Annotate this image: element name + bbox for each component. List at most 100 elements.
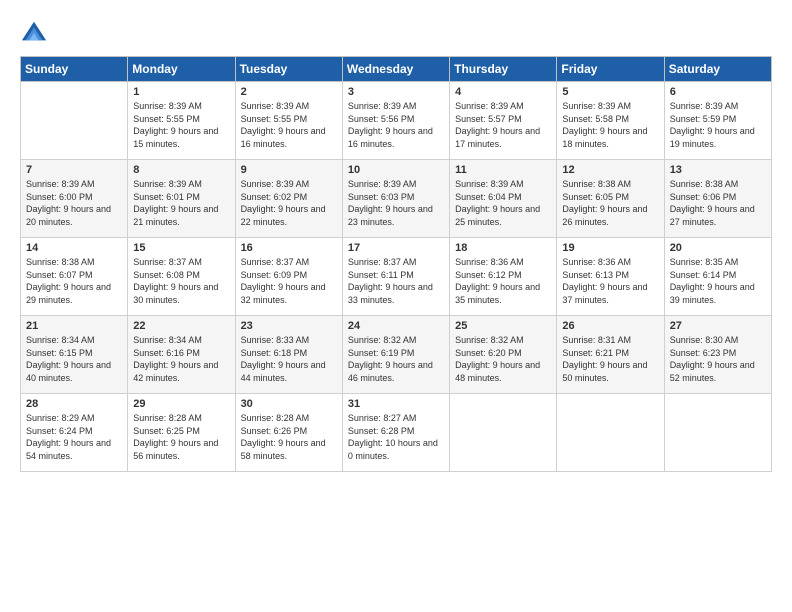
day-details: Sunrise: 8:38 AMSunset: 6:06 PMDaylight:… — [670, 178, 766, 228]
day-details: Sunrise: 8:39 AMSunset: 5:55 PMDaylight:… — [241, 100, 337, 150]
day-number: 18 — [455, 242, 551, 254]
calendar-table: SundayMondayTuesdayWednesdayThursdayFrid… — [20, 56, 772, 472]
day-cell: 13 Sunrise: 8:38 AMSunset: 6:06 PMDayligh… — [664, 160, 771, 238]
day-cell: 29 Sunrise: 8:28 AMSunset: 6:25 PMDayligh… — [128, 394, 235, 472]
day-number: 14 — [26, 242, 122, 254]
day-cell: 1 Sunrise: 8:39 AMSunset: 5:55 PMDaylight… — [128, 82, 235, 160]
page: SundayMondayTuesdayWednesdayThursdayFrid… — [0, 0, 792, 612]
day-cell: 3Sunrise: 8:39 AMSunset: 5:56 PMDaylight… — [342, 82, 449, 160]
week-row-2: 14 Sunrise: 8:38 AMSunset: 6:07 PMDayligh… — [21, 238, 772, 316]
day-cell: 31Sunrise: 8:27 AMSunset: 6:28 PMDayligh… — [342, 394, 449, 472]
day-details: Sunrise: 8:36 AMSunset: 6:13 PMDaylight:… — [562, 256, 658, 306]
day-number: 19 — [562, 242, 658, 254]
day-number: 31 — [348, 398, 444, 410]
day-cell: 25Sunrise: 8:32 AMSunset: 6:20 PMDayligh… — [450, 316, 557, 394]
day-details: Sunrise: 8:38 AMSunset: 6:07 PMDaylight:… — [26, 256, 122, 306]
day-number: 13 — [670, 164, 766, 176]
day-cell: 15 Sunrise: 8:37 AMSunset: 6:08 PMDayligh… — [128, 238, 235, 316]
day-number: 6 — [670, 86, 766, 98]
day-number: 23 — [241, 320, 337, 332]
day-cell: 23 Sunrise: 8:33 AMSunset: 6:18 PMDayligh… — [235, 316, 342, 394]
day-details: Sunrise: 8:28 AMSunset: 6:26 PMDaylight:… — [241, 412, 337, 462]
day-number: 24 — [348, 320, 444, 332]
weekday-friday: Friday — [557, 57, 664, 82]
day-number: 26 — [562, 320, 658, 332]
day-details: Sunrise: 8:30 AMSunset: 6:23 PMDaylight:… — [670, 334, 766, 384]
day-cell: 17Sunrise: 8:37 AMSunset: 6:11 PMDayligh… — [342, 238, 449, 316]
day-cell: 18Sunrise: 8:36 AMSunset: 6:12 PMDayligh… — [450, 238, 557, 316]
day-details: Sunrise: 8:39 AMSunset: 6:00 PMDaylight:… — [26, 178, 122, 228]
day-details: Sunrise: 8:35 AMSunset: 6:14 PMDaylight:… — [670, 256, 766, 306]
day-cell: 2 Sunrise: 8:39 AMSunset: 5:55 PMDaylight… — [235, 82, 342, 160]
day-details: Sunrise: 8:32 AMSunset: 6:20 PMDaylight:… — [455, 334, 551, 384]
day-number: 20 — [670, 242, 766, 254]
day-cell: 7 Sunrise: 8:39 AMSunset: 6:00 PMDaylight… — [21, 160, 128, 238]
day-number: 15 — [133, 242, 229, 254]
day-cell: 28Sunrise: 8:29 AMSunset: 6:24 PMDayligh… — [21, 394, 128, 472]
day-details: Sunrise: 8:37 AMSunset: 6:11 PMDaylight:… — [348, 256, 444, 306]
day-cell — [450, 394, 557, 472]
day-details: Sunrise: 8:39 AMSunset: 5:55 PMDaylight:… — [133, 100, 229, 150]
day-details: Sunrise: 8:38 AMSunset: 6:05 PMDaylight:… — [562, 178, 658, 228]
day-cell: 22 Sunrise: 8:34 AMSunset: 6:16 PMDayligh… — [128, 316, 235, 394]
day-details: Sunrise: 8:32 AMSunset: 6:19 PMDaylight:… — [348, 334, 444, 384]
day-number: 11 — [455, 164, 551, 176]
day-cell: 6 Sunrise: 8:39 AMSunset: 5:59 PMDaylight… — [664, 82, 771, 160]
day-details: Sunrise: 8:39 AMSunset: 5:56 PMDaylight:… — [348, 100, 444, 150]
day-details: Sunrise: 8:39 AMSunset: 6:02 PMDaylight:… — [241, 178, 337, 228]
weekday-tuesday: Tuesday — [235, 57, 342, 82]
day-cell — [557, 394, 664, 472]
day-details: Sunrise: 8:39 AMSunset: 5:59 PMDaylight:… — [670, 100, 766, 150]
day-number: 22 — [133, 320, 229, 332]
day-number: 9 — [241, 164, 337, 176]
day-number: 29 — [133, 398, 229, 410]
day-cell: 8 Sunrise: 8:39 AMSunset: 6:01 PMDaylight… — [128, 160, 235, 238]
week-row-4: 28Sunrise: 8:29 AMSunset: 6:24 PMDayligh… — [21, 394, 772, 472]
day-cell: 27 Sunrise: 8:30 AMSunset: 6:23 PMDayligh… — [664, 316, 771, 394]
day-details: Sunrise: 8:39 AMSunset: 6:01 PMDaylight:… — [133, 178, 229, 228]
day-cell: 10Sunrise: 8:39 AMSunset: 6:03 PMDayligh… — [342, 160, 449, 238]
day-cell: 14 Sunrise: 8:38 AMSunset: 6:07 PMDayligh… — [21, 238, 128, 316]
day-cell: 5 Sunrise: 8:39 AMSunset: 5:58 PMDaylight… — [557, 82, 664, 160]
day-details: Sunrise: 8:28 AMSunset: 6:25 PMDaylight:… — [133, 412, 229, 462]
day-cell — [21, 82, 128, 160]
day-cell: 30 Sunrise: 8:28 AMSunset: 6:26 PMDayligh… — [235, 394, 342, 472]
day-details: Sunrise: 8:39 AMSunset: 5:58 PMDaylight:… — [562, 100, 658, 150]
day-cell: 11 Sunrise: 8:39 AMSunset: 6:04 PMDayligh… — [450, 160, 557, 238]
day-details: Sunrise: 8:39 AMSunset: 5:57 PMDaylight:… — [455, 100, 551, 150]
day-cell: 24 Sunrise: 8:32 AMSunset: 6:19 PMDayligh… — [342, 316, 449, 394]
day-details: Sunrise: 8:33 AMSunset: 6:18 PMDaylight:… — [241, 334, 337, 384]
day-number: 1 — [133, 86, 229, 98]
day-number: 4 — [455, 86, 551, 98]
day-cell — [664, 394, 771, 472]
weekday-sunday: Sunday — [21, 57, 128, 82]
week-row-3: 21Sunrise: 8:34 AMSunset: 6:15 PMDayligh… — [21, 316, 772, 394]
day-cell: 4 Sunrise: 8:39 AMSunset: 5:57 PMDaylight… — [450, 82, 557, 160]
weekday-saturday: Saturday — [664, 57, 771, 82]
day-number: 30 — [241, 398, 337, 410]
day-cell: 16Sunrise: 8:37 AMSunset: 6:09 PMDayligh… — [235, 238, 342, 316]
day-number: 27 — [670, 320, 766, 332]
day-details: Sunrise: 8:37 AMSunset: 6:08 PMDaylight:… — [133, 256, 229, 306]
day-details: Sunrise: 8:34 AMSunset: 6:16 PMDaylight:… — [133, 334, 229, 384]
day-number: 2 — [241, 86, 337, 98]
day-cell: 21Sunrise: 8:34 AMSunset: 6:15 PMDayligh… — [21, 316, 128, 394]
day-number: 12 — [562, 164, 658, 176]
weekday-thursday: Thursday — [450, 57, 557, 82]
day-number: 7 — [26, 164, 122, 176]
day-cell: 9 Sunrise: 8:39 AMSunset: 6:02 PMDaylight… — [235, 160, 342, 238]
weekday-monday: Monday — [128, 57, 235, 82]
day-number: 5 — [562, 86, 658, 98]
day-cell: 19 Sunrise: 8:36 AMSunset: 6:13 PMDayligh… — [557, 238, 664, 316]
header — [20, 18, 772, 46]
logo-icon — [20, 18, 48, 46]
logo — [20, 18, 52, 46]
day-number: 16 — [241, 242, 337, 254]
day-number: 28 — [26, 398, 122, 410]
week-row-1: 7 Sunrise: 8:39 AMSunset: 6:00 PMDaylight… — [21, 160, 772, 238]
day-number: 8 — [133, 164, 229, 176]
day-number: 21 — [26, 320, 122, 332]
day-cell: 12 Sunrise: 8:38 AMSunset: 6:05 PMDayligh… — [557, 160, 664, 238]
day-cell: 20 Sunrise: 8:35 AMSunset: 6:14 PMDayligh… — [664, 238, 771, 316]
day-details: Sunrise: 8:39 AMSunset: 6:04 PMDaylight:… — [455, 178, 551, 228]
